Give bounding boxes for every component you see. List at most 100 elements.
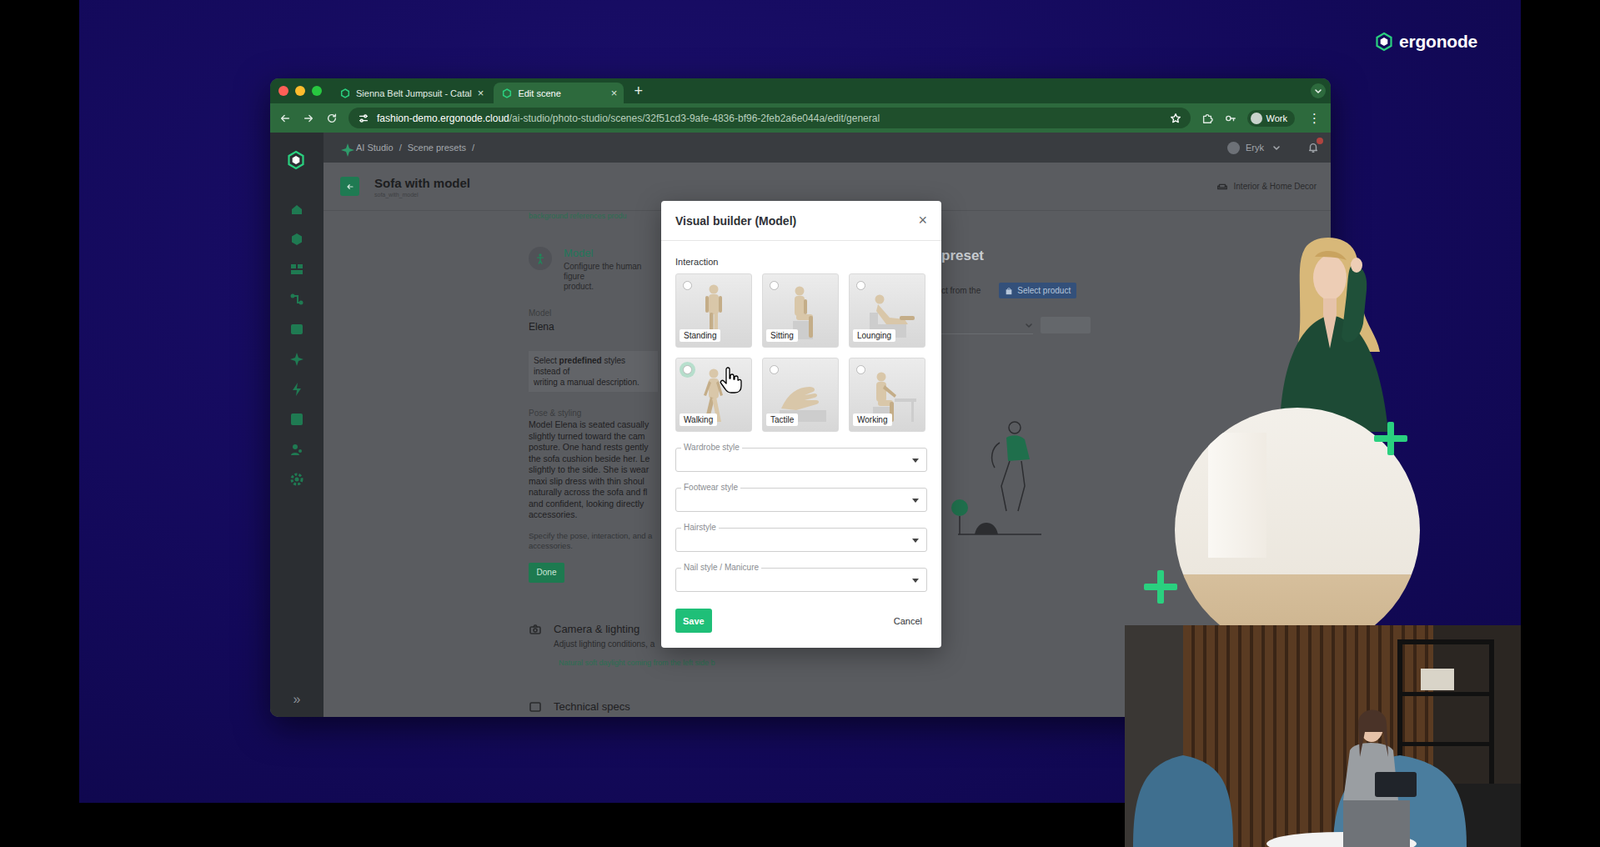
password-key-icon bbox=[1224, 112, 1237, 125]
back-arrow-icon[interactable] bbox=[278, 111, 292, 126]
minimize-window-button[interactable] bbox=[295, 85, 306, 96]
workflow-icon bbox=[289, 291, 305, 307]
sidebar-expand-button[interactable]: » bbox=[293, 692, 301, 708]
browser-tab[interactable]: Sienna Belt Jumpsuit - Catal× bbox=[331, 82, 491, 104]
reload-icon[interactable] bbox=[325, 111, 339, 126]
extensions-icon bbox=[1201, 112, 1214, 125]
select-product-button[interactable]: Select product bbox=[998, 282, 1077, 299]
reload-icon bbox=[328, 114, 337, 122]
pose-line: slightly turned toward the cam bbox=[528, 431, 658, 443]
new-tab-button[interactable]: + bbox=[633, 82, 643, 101]
page-code: sofa_with_model bbox=[374, 191, 471, 198]
automation-icon[interactable] bbox=[289, 381, 305, 397]
ai-sparkle-icon bbox=[341, 143, 355, 157]
dropdown-label: Nail style / Manicure bbox=[681, 562, 762, 572]
close-window-button[interactable] bbox=[278, 85, 289, 96]
extensions-icon[interactable] bbox=[1200, 111, 1214, 126]
dropdown-chevron-icon[interactable] bbox=[941, 316, 1034, 335]
standing-pose-figure bbox=[708, 294, 719, 315]
style-dropdown[interactable]: Hairstyle bbox=[675, 527, 928, 552]
interaction-option[interactable]: Tactile bbox=[762, 357, 839, 432]
maximize-window-button[interactable] bbox=[311, 85, 322, 96]
browser-toolbar: fashion-demo.ergonode.cloud/ai-studio/ph… bbox=[270, 103, 1331, 133]
breadcrumb-separator: / bbox=[471, 142, 475, 153]
dialog-header: Visual builder (Model)× bbox=[661, 200, 942, 241]
dropdown-chevron-icon bbox=[1026, 324, 1032, 327]
address-text: fashion-demo.ergonode.cloud/ai-studio/ph… bbox=[376, 112, 880, 125]
forward-arrow-icon[interactable] bbox=[301, 111, 316, 126]
camera-section-value: Natural soft daylight coming from the le… bbox=[558, 658, 658, 668]
app-logo-icon[interactable] bbox=[285, 150, 308, 172]
ergonode-favicon-icon bbox=[503, 89, 512, 98]
breadcrumb-item[interactable]: AI Studio bbox=[356, 142, 394, 153]
presenter-video-icon bbox=[1319, 625, 1324, 847]
user-name[interactable]: Eryk bbox=[1245, 142, 1264, 153]
option-radio[interactable] bbox=[682, 280, 693, 291]
sitting-pose-figure bbox=[808, 315, 813, 338]
style-dropdown[interactable]: Wardrobe style bbox=[675, 447, 928, 472]
option-radio[interactable] bbox=[856, 365, 866, 375]
specs-icon bbox=[528, 700, 542, 714]
model-section-description: product. bbox=[563, 281, 658, 292]
cancel-button[interactable]: Cancel bbox=[893, 616, 923, 627]
page-title-block: Sofa with modelsofa_with_model bbox=[374, 175, 471, 198]
users-icon[interactable] bbox=[289, 441, 305, 457]
option-radio[interactable] bbox=[682, 365, 693, 375]
option-radio[interactable] bbox=[769, 280, 779, 291]
dropdown-chevron-icon bbox=[1024, 321, 1034, 330]
working-pose-figure bbox=[876, 381, 887, 402]
notification-bell-icon[interactable] bbox=[1307, 141, 1320, 154]
breadcrumb-item[interactable]: Scene presets bbox=[407, 142, 467, 153]
style-dropdown[interactable]: Footwear style bbox=[675, 487, 928, 512]
ergonode-favicon-icon bbox=[501, 88, 512, 99]
presenter-video-icon bbox=[1124, 625, 1521, 847]
style-dropdown[interactable]: Nail style / Manicure bbox=[675, 567, 928, 592]
catalog-icon[interactable] bbox=[289, 261, 305, 277]
profile-button[interactable]: Work bbox=[1247, 110, 1295, 127]
person-plant-illustration-icon bbox=[958, 516, 961, 535]
user-menu-chevron-icon[interactable] bbox=[1269, 140, 1284, 155]
lounging-pose-figure bbox=[899, 315, 915, 321]
catalog-icon bbox=[289, 261, 305, 277]
interaction-option[interactable]: Lounging bbox=[848, 273, 926, 348]
interaction-option[interactable]: Working bbox=[848, 357, 926, 432]
option-radio[interactable] bbox=[856, 280, 866, 291]
model-photo-woman-icon bbox=[1323, 315, 1337, 349]
settings-icon[interactable] bbox=[289, 471, 305, 487]
home-icon[interactable] bbox=[289, 201, 305, 217]
back-button-icon[interactable] bbox=[340, 176, 360, 196]
interaction-option[interactable]: Standing bbox=[675, 273, 753, 348]
option-radio[interactable] bbox=[769, 365, 779, 375]
product-icon[interactable] bbox=[289, 231, 305, 247]
workflow-icon[interactable] bbox=[289, 291, 305, 307]
interaction-option[interactable]: Walking bbox=[675, 357, 753, 432]
save-button[interactable]: Save bbox=[675, 608, 713, 633]
media-icon[interactable] bbox=[289, 321, 305, 337]
model-photo-woman-icon bbox=[1323, 298, 1337, 316]
password-key-icon[interactable] bbox=[1223, 111, 1238, 126]
dropdown-label: Footwear style bbox=[681, 482, 741, 492]
tab-close-button[interactable]: × bbox=[611, 86, 618, 100]
model-field-value[interactable]: Elena bbox=[528, 321, 658, 333]
dashboard-icon[interactable] bbox=[289, 411, 305, 427]
presenter-video-icon bbox=[1374, 772, 1417, 798]
dialog-close-button[interactable]: × bbox=[917, 211, 928, 230]
address-bar[interactable]: fashion-demo.ergonode.cloud/ai-studio/ph… bbox=[348, 107, 1191, 129]
tab-search-icon[interactable] bbox=[1310, 83, 1326, 99]
person-plant-illustration-icon bbox=[941, 409, 1050, 543]
tab-close-button[interactable]: × bbox=[477, 86, 485, 100]
interaction-option[interactable]: Sitting bbox=[762, 273, 839, 348]
site-settings-icon[interactable] bbox=[356, 111, 371, 126]
bookmark-star-icon[interactable] bbox=[1168, 111, 1183, 126]
pose-line: naturally across the sofa and fl bbox=[528, 486, 658, 499]
ai-studio-icon[interactable] bbox=[289, 351, 305, 367]
browser-menu-button[interactable]: ⋮ bbox=[1304, 110, 1325, 126]
browser-tab[interactable]: Edit scene× bbox=[493, 82, 624, 104]
standing-pose-figure bbox=[705, 295, 709, 313]
sitting-pose-figure bbox=[795, 286, 805, 296]
pose-description[interactable]: Model Elena is seated casuallyslightly t… bbox=[528, 419, 658, 522]
ai-sparkle-icon bbox=[340, 142, 356, 158]
done-button[interactable]: Done bbox=[528, 562, 565, 583]
sofa-icon bbox=[1217, 184, 1227, 189]
product-dropdown-row bbox=[941, 316, 1100, 335]
